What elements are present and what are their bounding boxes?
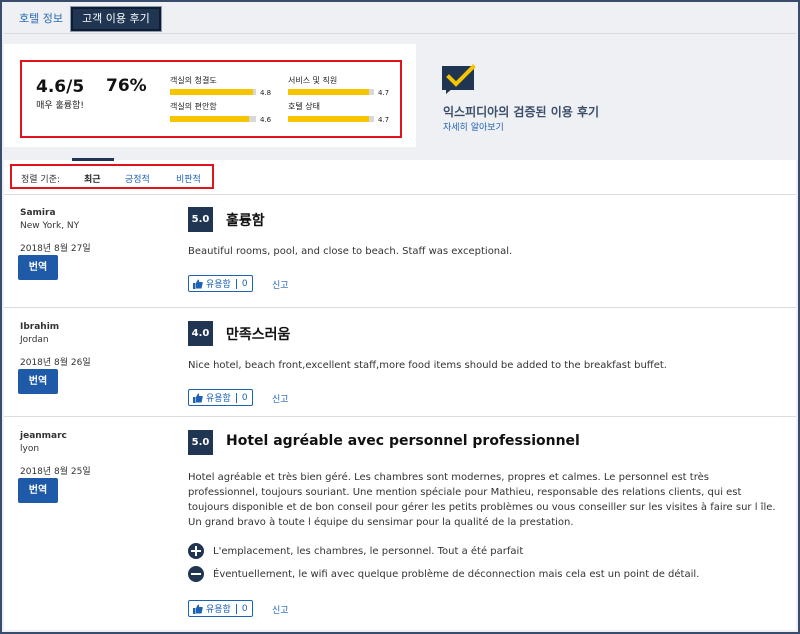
review-date: 2018년 8월 25일 (20, 467, 91, 477)
thumbs-up-icon (193, 393, 203, 403)
pro-text: L'emplacement, les chambres, le personne… (213, 545, 524, 557)
category-label-condition: 호텔 상태 (288, 102, 320, 111)
tab-customer-reviews[interactable]: 고객 이용 후기 (70, 6, 162, 32)
thumbs-up-icon (193, 279, 203, 289)
review-item: Samira New York, NY 2018년 8월 27일 번역 5.0 … (4, 195, 796, 308)
review-date: 2018년 8월 26일 (20, 358, 91, 368)
helpful-label: 유용함 (206, 280, 231, 290)
review-rating-badge: 5.0 (188, 430, 213, 455)
tab-bar: 호텔 정보 고객 이용 후기 (4, 4, 796, 34)
review-title: Hotel agréable avec personnel profession… (226, 433, 580, 449)
sort-recent[interactable]: 최근 (84, 172, 101, 185)
helpful-button[interactable]: 유용함 0 (188, 600, 253, 617)
report-link[interactable]: 신고 (272, 603, 289, 616)
translate-button[interactable]: 번역 (18, 369, 58, 394)
sort-active-indicator (72, 158, 114, 161)
category-bar-service (288, 89, 374, 95)
helpful-separator (235, 278, 237, 289)
overall-score-text: 매우 훌륭함! (36, 101, 84, 111)
divider (4, 416, 796, 417)
review-date: 2018년 8월 27일 (20, 244, 91, 254)
report-link[interactable]: 신고 (272, 278, 289, 291)
category-bar-fill (170, 116, 250, 122)
review-pro: L'emplacement, les chambres, le personne… (188, 543, 523, 559)
reviewer-name: Ibrahim (20, 322, 60, 332)
category-value-cleanliness: 4.8 (260, 89, 272, 97)
sort-bar: 정렬 기준: 최근 긍정적 비판적 (10, 164, 214, 189)
helpful-button[interactable]: 유용함 0 (188, 275, 253, 292)
helpful-count: 0 (241, 603, 248, 614)
category-value-comfort: 4.6 (260, 116, 272, 124)
helpful-separator (235, 392, 237, 403)
page-frame: 호텔 정보 고객 이용 후기 4.6/5 매우 훌륭함! 76% 객실의 청결도… (0, 0, 800, 634)
review-rating-badge: 5.0 (188, 207, 213, 232)
category-label-cleanliness: 객실의 청결도 (170, 76, 217, 85)
reviewer-location: Jordan (20, 335, 49, 345)
verified-reviews-title: 익스피디아의 검증된 이용 후기 (443, 105, 600, 119)
category-label-service: 서비스 및 직원 (288, 76, 338, 85)
translate-button[interactable]: 번역 (18, 255, 58, 280)
helpful-label: 유용함 (206, 605, 231, 615)
category-bar-fill (288, 116, 369, 122)
review-body: Nice hotel, beach front,excellent staff,… (188, 360, 667, 371)
helpful-button[interactable]: 유용함 0 (188, 389, 253, 406)
review-con: Éventuellement, le wifi avec quelque pro… (188, 566, 699, 582)
thumbs-up-icon (193, 604, 203, 614)
divider (4, 307, 796, 308)
review-item: Ibrahim Jordan 2018년 8월 26일 번역 4.0 만족스러움… (4, 309, 796, 417)
category-bar-fill (288, 89, 369, 95)
helpful-count: 0 (241, 392, 248, 403)
verified-check-icon (442, 64, 476, 94)
category-bar-fill (170, 89, 253, 95)
recommend-percentage: 76% (106, 76, 147, 96)
sort-critical[interactable]: 비판적 (176, 172, 201, 185)
translate-button[interactable]: 번역 (18, 478, 58, 503)
category-bar-comfort (170, 116, 256, 122)
reviewer-location: New York, NY (20, 221, 80, 231)
helpful-separator (235, 603, 237, 614)
review-body: Hotel agréable et très bien géré. Les ch… (188, 472, 776, 528)
review-item: jeanmarc lyon 2018년 8월 25일 번역 5.0 Hotel … (4, 418, 796, 632)
helpful-count: 0 (241, 278, 248, 289)
review-rating-badge: 4.0 (188, 321, 213, 346)
learn-more-link[interactable]: 자세히 알아보기 (443, 120, 504, 133)
reviewer-location: lyon (20, 444, 40, 454)
overall-score: 4.6/5 (36, 77, 85, 97)
report-link[interactable]: 신고 (272, 392, 289, 405)
category-label-comfort: 객실의 편안함 (170, 102, 217, 111)
reviewer-name: Samira (20, 208, 56, 218)
review-body: Beautiful rooms, pool, and close to beac… (188, 246, 513, 257)
con-text: Éventuellement, le wifi avec quelque pro… (213, 568, 700, 580)
helpful-label: 유용함 (206, 394, 231, 404)
category-bar-condition (288, 116, 374, 122)
sort-positive[interactable]: 긍정적 (125, 172, 150, 185)
category-bar-cleanliness (170, 89, 256, 95)
sort-label: 정렬 기준: (21, 175, 61, 185)
rating-summary: 4.6/5 매우 훌륭함! 76% 객실의 청결도 4.8 서비스 및 직원 4… (20, 60, 402, 138)
review-title: 만족스러움 (226, 327, 291, 343)
minus-circle-icon (188, 566, 204, 582)
plus-circle-icon (188, 543, 204, 559)
reviewer-name: jeanmarc (20, 431, 67, 441)
category-value-condition: 4.7 (378, 116, 390, 124)
tab-hotel-info[interactable]: 호텔 정보 (10, 7, 72, 31)
category-value-service: 4.7 (378, 89, 390, 97)
review-title: 훌륭함 (226, 213, 265, 229)
